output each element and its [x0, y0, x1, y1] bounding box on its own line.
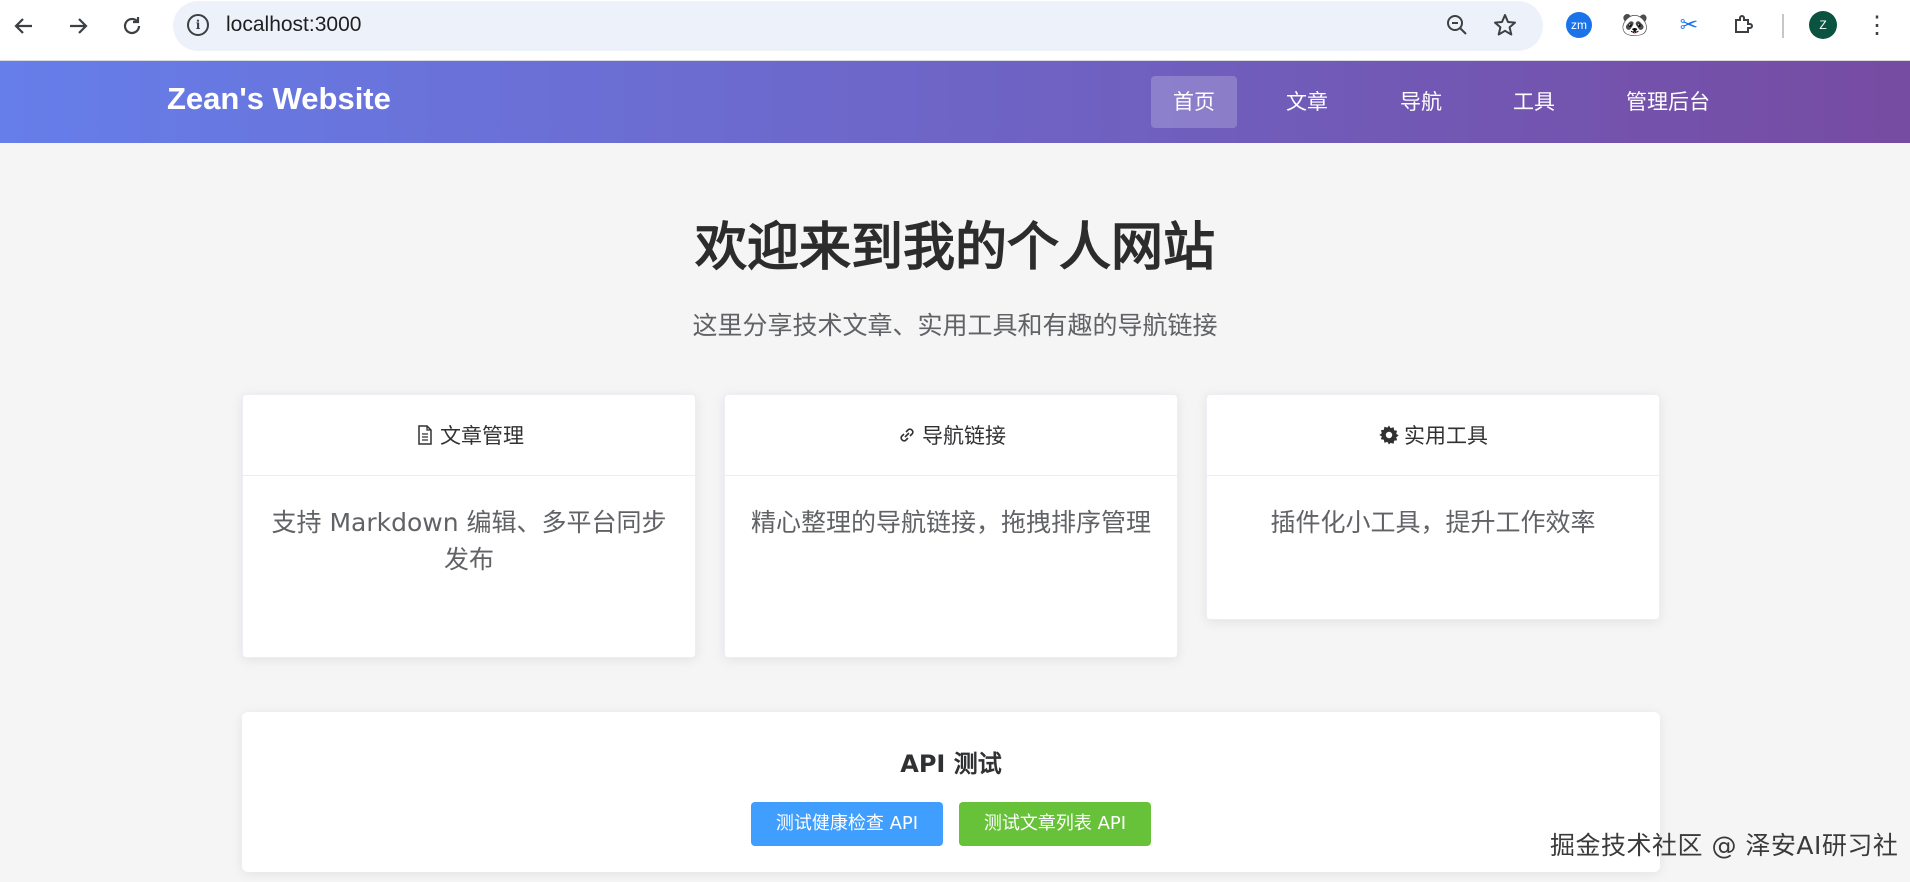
- nav-navigation[interactable]: 导航: [1378, 76, 1464, 128]
- address-bar[interactable]: i localhost:3000: [173, 1, 1543, 51]
- url-text[interactable]: localhost:3000: [226, 13, 361, 37]
- site-info-icon[interactable]: i: [187, 14, 209, 36]
- profile-avatar[interactable]: Z: [1809, 11, 1837, 39]
- card-title: 实用工具: [1404, 424, 1488, 448]
- document-icon: [414, 424, 436, 446]
- feature-card-tools: 实用工具 插件化小工具，提升工作效率: [1206, 394, 1660, 620]
- site-header: Zean's Website 首页 文章 导航 工具 管理后台: [0, 61, 1910, 143]
- bookmark-star-icon[interactable]: [1493, 13, 1517, 43]
- gear-icon: [1378, 424, 1400, 446]
- card-header: 导航链接: [725, 395, 1177, 476]
- card-title: 导航链接: [922, 424, 1006, 448]
- page-title: 欢迎来到我的个人网站: [694, 218, 1215, 278]
- card-description: 精心整理的导航链接，拖拽排序管理: [751, 508, 1152, 537]
- nav-articles[interactable]: 文章: [1264, 76, 1350, 128]
- more-menu-icon[interactable]: ⋮: [1862, 10, 1892, 40]
- card-header: 文章管理: [243, 395, 695, 476]
- browser-toolbar: i localhost:3000 zm 🐼 ✂ Z ⋮: [0, 0, 1910, 61]
- card-description: 支持 Markdown 编辑、多平台同步发布: [271, 508, 667, 574]
- reload-icon[interactable]: [114, 8, 150, 44]
- feature-card-articles: 文章管理 支持 Markdown 编辑、多平台同步发布: [242, 394, 696, 658]
- nav-home[interactable]: 首页: [1151, 76, 1237, 128]
- feature-card-links: 导航链接 精心整理的导航链接，拖拽排序管理: [724, 394, 1178, 658]
- site-brand[interactable]: Zean's Website: [167, 81, 391, 117]
- link-icon: [896, 424, 918, 446]
- watermark: 掘金技术社区 @ 泽安AI研习社: [1550, 831, 1899, 860]
- test-articles-api-button[interactable]: 测试文章列表 API: [959, 802, 1151, 846]
- back-arrow-icon[interactable]: [6, 8, 42, 44]
- scissors-extension-icon[interactable]: ✂: [1674, 10, 1704, 40]
- toolbar-separator: [1782, 14, 1784, 38]
- api-test-title: API 测试: [900, 750, 1002, 778]
- card-header: 实用工具: [1207, 395, 1659, 476]
- page-subtitle: 这里分享技术文章、实用工具和有趣的导航链接: [692, 311, 1218, 340]
- card-description: 插件化小工具，提升工作效率: [1270, 508, 1596, 537]
- test-health-api-button[interactable]: 测试健康检查 API: [751, 802, 943, 846]
- nav-tools[interactable]: 工具: [1491, 76, 1577, 128]
- forward-arrow-icon[interactable]: [60, 8, 96, 44]
- zoom-icon[interactable]: [1445, 13, 1469, 43]
- extensions-puzzle-icon[interactable]: [1728, 10, 1758, 40]
- zoom-extension-icon[interactable]: zm: [1566, 12, 1592, 38]
- api-test-panel: API 测试 测试健康检查 API 测试文章列表 API: [242, 712, 1660, 872]
- card-title: 文章管理: [440, 424, 524, 448]
- nav-admin[interactable]: 管理后台: [1604, 76, 1732, 128]
- panda-extension-icon[interactable]: 🐼: [1620, 10, 1650, 40]
